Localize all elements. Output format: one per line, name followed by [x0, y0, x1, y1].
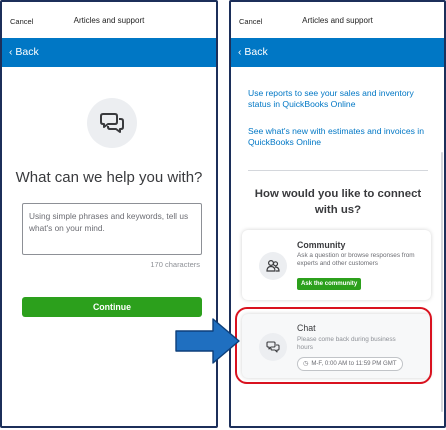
- scrollbar[interactable]: [441, 152, 443, 412]
- chat-bubbles-icon: [87, 98, 137, 148]
- divider: [248, 170, 428, 171]
- connect-heading: How would you like to connect with us?: [254, 188, 422, 216]
- back-button[interactable]: ‹ Back: [9, 46, 39, 58]
- character-count: 170 characters: [150, 260, 200, 269]
- community-title: Community: [297, 240, 346, 250]
- nav-bar: ‹ Back: [2, 38, 216, 67]
- top-bar: Cancel Articles and support: [2, 2, 216, 38]
- question-textarea[interactable]: Using simple phrases and keywords, tell …: [22, 203, 202, 255]
- article-link[interactable]: Use reports to see your sales and invent…: [248, 88, 428, 109]
- ask-community-button[interactable]: Ask the community: [297, 278, 362, 290]
- chat-highlight-outline: [235, 307, 432, 384]
- page-title: Articles and support: [302, 16, 373, 25]
- top-bar: Cancel Articles and support: [231, 2, 444, 38]
- arrow-right-icon: [175, 318, 240, 364]
- page-title: Articles and support: [73, 16, 145, 25]
- people-icon: [259, 252, 287, 280]
- nav-bar: ‹ Back: [231, 38, 444, 67]
- article-link[interactable]: See what's new with estimates and invoic…: [248, 126, 428, 147]
- help-heading: What can we help you with?: [15, 169, 203, 186]
- continue-button[interactable]: Continue: [22, 297, 202, 317]
- back-button[interactable]: ‹ Back: [238, 46, 268, 58]
- community-description: Ask a question or browse responses from …: [297, 252, 415, 267]
- community-card[interactable]: Community Ask a question or browse respo…: [242, 230, 431, 300]
